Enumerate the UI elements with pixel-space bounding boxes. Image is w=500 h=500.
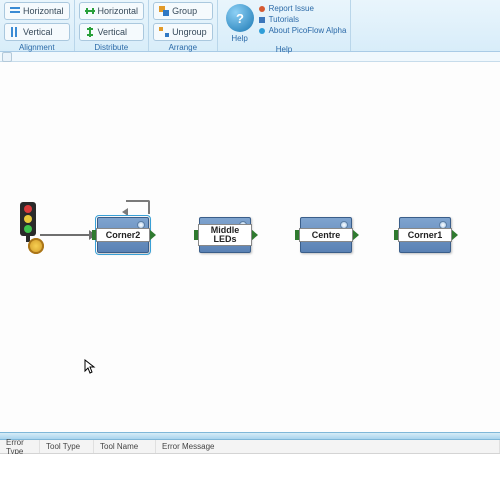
flow-canvas[interactable]: Corner2 Middle LEDs Centre Corner1 [0,62,500,432]
report-issue-link[interactable]: Report Issue [258,4,347,13]
error-col-tooltype[interactable]: Tool Type [40,440,94,453]
flow-node-middle-leds[interactable]: Middle LEDs [199,217,251,253]
distribute-vertical-button[interactable]: Vertical [79,23,145,41]
panel-toggle-button[interactable] [2,52,12,62]
tutorials-link[interactable]: Tutorials [258,15,347,24]
ribbon-group-label: Alignment [4,43,70,52]
traffic-light-icon [20,202,36,236]
error-col-message[interactable]: Error Message [156,440,500,453]
distribute-vertical-label: Vertical [98,27,128,37]
node-label: Corner1 [398,228,452,242]
info-icon [258,27,266,35]
panel-splitter[interactable] [0,432,500,440]
align-horizontal-button[interactable]: Horizontal [4,2,70,20]
bug-icon [258,5,266,13]
group-icon [159,6,169,16]
node-output-port[interactable] [251,229,258,241]
ungroup-label: Ungroup [172,27,207,37]
ungroup-icon [159,27,169,37]
ribbon-group-label: Distribute [79,43,145,52]
about-label: About PicoFlow Alpha [269,26,347,35]
align-horizontal-icon [10,6,20,16]
align-vertical-button[interactable]: Vertical [4,23,70,41]
connection[interactable] [40,234,90,236]
node-label: Corner2 [96,228,150,242]
node-label: Centre [299,228,353,242]
help-icon[interactable]: ? [226,4,254,32]
ribbon-group-alignment: Horizontal Vertical Alignment [0,0,75,51]
distribute-horizontal-icon [85,6,95,16]
error-list-header: Error Type Tool Type Tool Name Error Mes… [0,440,500,454]
help-big-label: Help [231,34,247,43]
group-label: Group [172,6,197,16]
ribbon-group-label: Help [222,45,347,54]
ungroup-button[interactable]: Ungroup [153,23,213,41]
ribbon-group-distribute: Horizontal Vertical Distribute [75,0,150,51]
error-col-toolname[interactable]: Tool Name [94,440,156,453]
ribbon-group-help: ? Help Report Issue Tutorials About Pico… [218,0,352,51]
align-vertical-label: Vertical [23,27,53,37]
cursor-icon [84,359,96,375]
node-output-port[interactable] [352,229,359,241]
start-node[interactable] [8,202,48,256]
ribbon-group-arrange: Group Ungroup Arrange [149,0,218,51]
error-list-body [0,454,500,500]
align-horizontal-label: Horizontal [23,6,64,16]
distribute-horizontal-label: Horizontal [98,6,139,16]
gear-icon [28,238,44,254]
self-loop-connection[interactable] [126,200,150,214]
flow-node-corner2[interactable]: Corner2 [97,217,149,253]
distribute-vertical-icon [85,27,95,37]
flow-node-corner1[interactable]: Corner1 [399,217,451,253]
group-button[interactable]: Group [153,2,213,20]
about-link[interactable]: About PicoFlow Alpha [258,26,347,35]
book-icon [258,16,266,24]
node-label: Middle LEDs [198,224,252,246]
report-issue-label: Report Issue [269,4,314,13]
ribbon-group-label: Arrange [153,43,213,52]
ribbon-toolbar: Horizontal Vertical Alignment Horizontal [0,0,500,52]
align-vertical-icon [10,27,20,37]
svg-text:?: ? [236,11,244,25]
node-output-port[interactable] [149,229,156,241]
node-output-port[interactable] [451,229,458,241]
tutorials-label: Tutorials [269,15,299,24]
error-col-type[interactable]: Error Type [0,440,40,453]
distribute-horizontal-button[interactable]: Horizontal [79,2,145,20]
flow-node-centre[interactable]: Centre [300,217,352,253]
